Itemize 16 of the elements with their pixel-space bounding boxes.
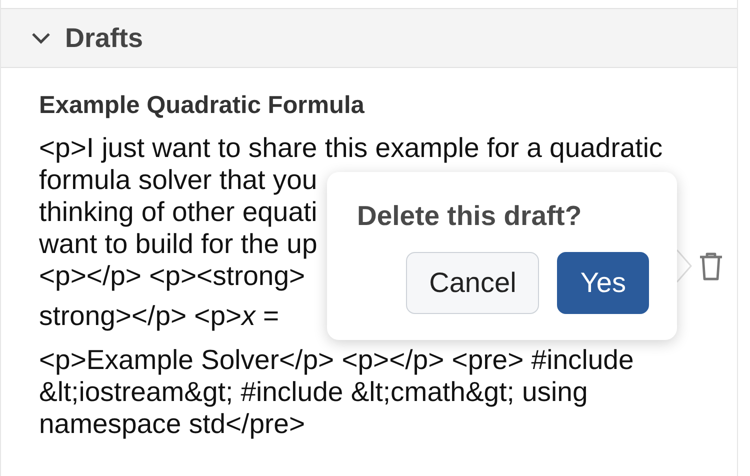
draft-text: <p></p> <p><strong> [39, 260, 306, 292]
chevron-down-icon[interactable] [31, 32, 51, 44]
draft-text: <p>Example Solver</p> <p></p> <pre> #include [39, 344, 634, 376]
draft-text: namespace std</pre> [39, 408, 306, 440]
draft-text: strong></p> <p>x = [39, 300, 280, 332]
draft-text: &lt;iostream&gt; #include &lt;cmath&gt; using [39, 376, 588, 408]
draft-text: want to build for the up [39, 228, 318, 260]
confirm-question: Delete this draft? [357, 200, 583, 232]
cancel-button[interactable]: Cancel [406, 252, 540, 314]
draft-text: thinking of other equati [39, 196, 318, 228]
draft-title: Example Quadratic Formula [39, 92, 366, 120]
trash-icon[interactable] [698, 251, 724, 281]
section-title: Drafts [65, 22, 144, 54]
confirm-button[interactable]: Yes [557, 252, 649, 314]
draft-text: formula solver that you [39, 164, 318, 196]
draft-text: <p>I just want to share this example for a quadratic [39, 132, 663, 164]
